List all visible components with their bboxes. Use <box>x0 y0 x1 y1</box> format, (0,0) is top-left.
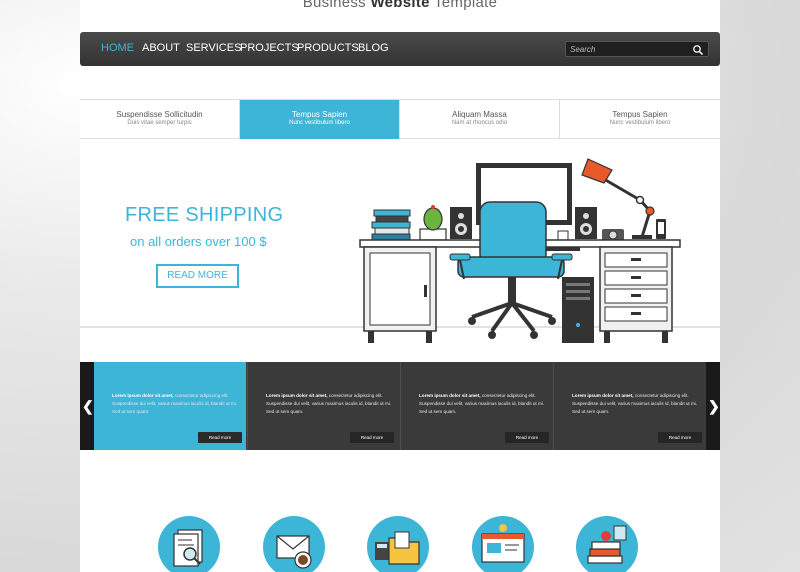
tab-title: Suspendisse Sollicitudin <box>116 110 203 119</box>
slider-prev-button[interactable]: ❮ <box>80 362 94 450</box>
site-title-prefix: Business <box>302 0 371 11</box>
chevron-left-icon: ❮ <box>82 398 94 414</box>
hero-title: FREE SHIPPING <box>125 204 284 226</box>
phone-icon <box>656 219 666 239</box>
card-read-more-button[interactable]: Read more <box>658 432 702 443</box>
chevron-right-icon: ❯ <box>708 398 720 414</box>
office-desk-illustration <box>359 158 681 343</box>
card-text: Lorem ipsum dolor sit amet, consectetur … <box>419 392 549 416</box>
nav-about[interactable]: ABOUT <box>142 42 180 54</box>
tab-subtitle: Nunc vestibulum libero <box>609 120 671 126</box>
web-design-icon[interactable] <box>472 516 534 572</box>
desk-left-cabinet <box>363 246 437 343</box>
site-title-suffix: Template <box>429 0 498 11</box>
site-title: Business Website Template <box>80 0 720 11</box>
site-title-bold: Website <box>370 0 430 11</box>
coffee-mug-icon <box>557 230 569 241</box>
hero-subtitle: on all orders over 100 $ <box>130 234 267 249</box>
tab-subtitle: Duis vitae semper turpis <box>127 120 192 126</box>
tab-title: Aliquam Massa <box>452 110 507 119</box>
pc-tower-icon <box>562 277 594 343</box>
feature-tabs: Suspendisse Sollicitudin Duis vitae semp… <box>80 99 720 139</box>
slider-next-button[interactable]: ❯ <box>706 362 720 450</box>
card-text: Lorem ipsum dolor sit amet, consectetur … <box>112 392 242 416</box>
mail-coffee-icon[interactable] <box>263 516 325 572</box>
nav-home[interactable]: HOME <box>101 42 134 54</box>
tab-subtitle: Nunc vestibulum libero <box>289 120 350 126</box>
main-navbar: HOME ABOUT SERVICES PROJECTS PRODUCTS BL… <box>80 32 720 66</box>
card-lead: Lorem ipsum dolor sit amet, <box>419 393 481 398</box>
nav-services[interactable]: SERVICES <box>186 42 241 54</box>
tab-title: Tempus Sapien <box>291 110 348 119</box>
tab-suspendisse[interactable]: Suspendisse Sollicitudin Duis vitae semp… <box>80 100 240 139</box>
card-lead: Lorem ipsum dolor sit amet, <box>112 393 174 398</box>
tab-tempus-sapien[interactable]: Tempus Sapien Nunc vestibulum libero <box>240 100 400 139</box>
cactus-plant-icon <box>419 205 447 241</box>
card-read-more-button[interactable]: Read more <box>505 432 549 443</box>
nav-projects[interactable]: PROJECTS <box>240 42 299 54</box>
card-text: Lorem ipsum dolor sit amet, consectetur … <box>266 392 396 416</box>
camera-icon <box>602 229 624 241</box>
website-page: Business Website Template HOME ABOUT SER… <box>80 0 720 572</box>
desk-drawers <box>599 246 673 343</box>
slider-card: Lorem ipsum dolor sit amet, consectetur … <box>553 362 705 450</box>
tab-aliquam-massa[interactable]: Aliquam Massa Nam at rhoncus odio <box>400 100 560 139</box>
tab-title: Tempus Sapien <box>612 110 668 119</box>
content-slider: ❮ Lorem ipsum dolor sit amet, consectetu… <box>80 362 720 450</box>
slider-card: Lorem ipsum dolor sit amet, consectetur … <box>94 362 246 450</box>
nav-products[interactable]: PRODUCTS <box>297 42 359 54</box>
books-apple-icon[interactable] <box>576 516 638 572</box>
slider-card: Lorem ipsum dolor sit amet, consectetur … <box>400 362 552 450</box>
resume-search-icon[interactable] <box>158 516 220 572</box>
nav-blog[interactable]: BLOG <box>358 42 389 54</box>
search-box <box>565 41 709 57</box>
search-input[interactable] <box>570 43 690 55</box>
tab-tempus-sapien-2[interactable]: Tempus Sapien Nunc vestibulum libero <box>560 100 720 139</box>
folder-calculator-icon[interactable] <box>367 516 429 572</box>
feature-icons-row <box>80 450 720 572</box>
card-text: Lorem ipsum dolor sit amet, consectetur … <box>572 392 702 416</box>
hero-banner: FREE SHIPPING on all orders over 100 $ R… <box>80 140 720 362</box>
books-icon <box>371 209 411 241</box>
tab-subtitle: Nam at rhoncus odio <box>451 120 508 126</box>
slider-card: Lorem ipsum dolor sit amet, consectetur … <box>247 362 399 450</box>
card-lead: Lorem ipsum dolor sit amet, <box>572 393 634 398</box>
search-icon[interactable] <box>692 44 704 56</box>
card-read-more-button[interactable]: Read more <box>350 432 394 443</box>
card-lead: Lorem ipsum dolor sit amet, <box>266 393 328 398</box>
read-more-button[interactable]: READ MORE <box>156 264 239 288</box>
card-read-more-button[interactable]: Read more <box>198 432 242 443</box>
